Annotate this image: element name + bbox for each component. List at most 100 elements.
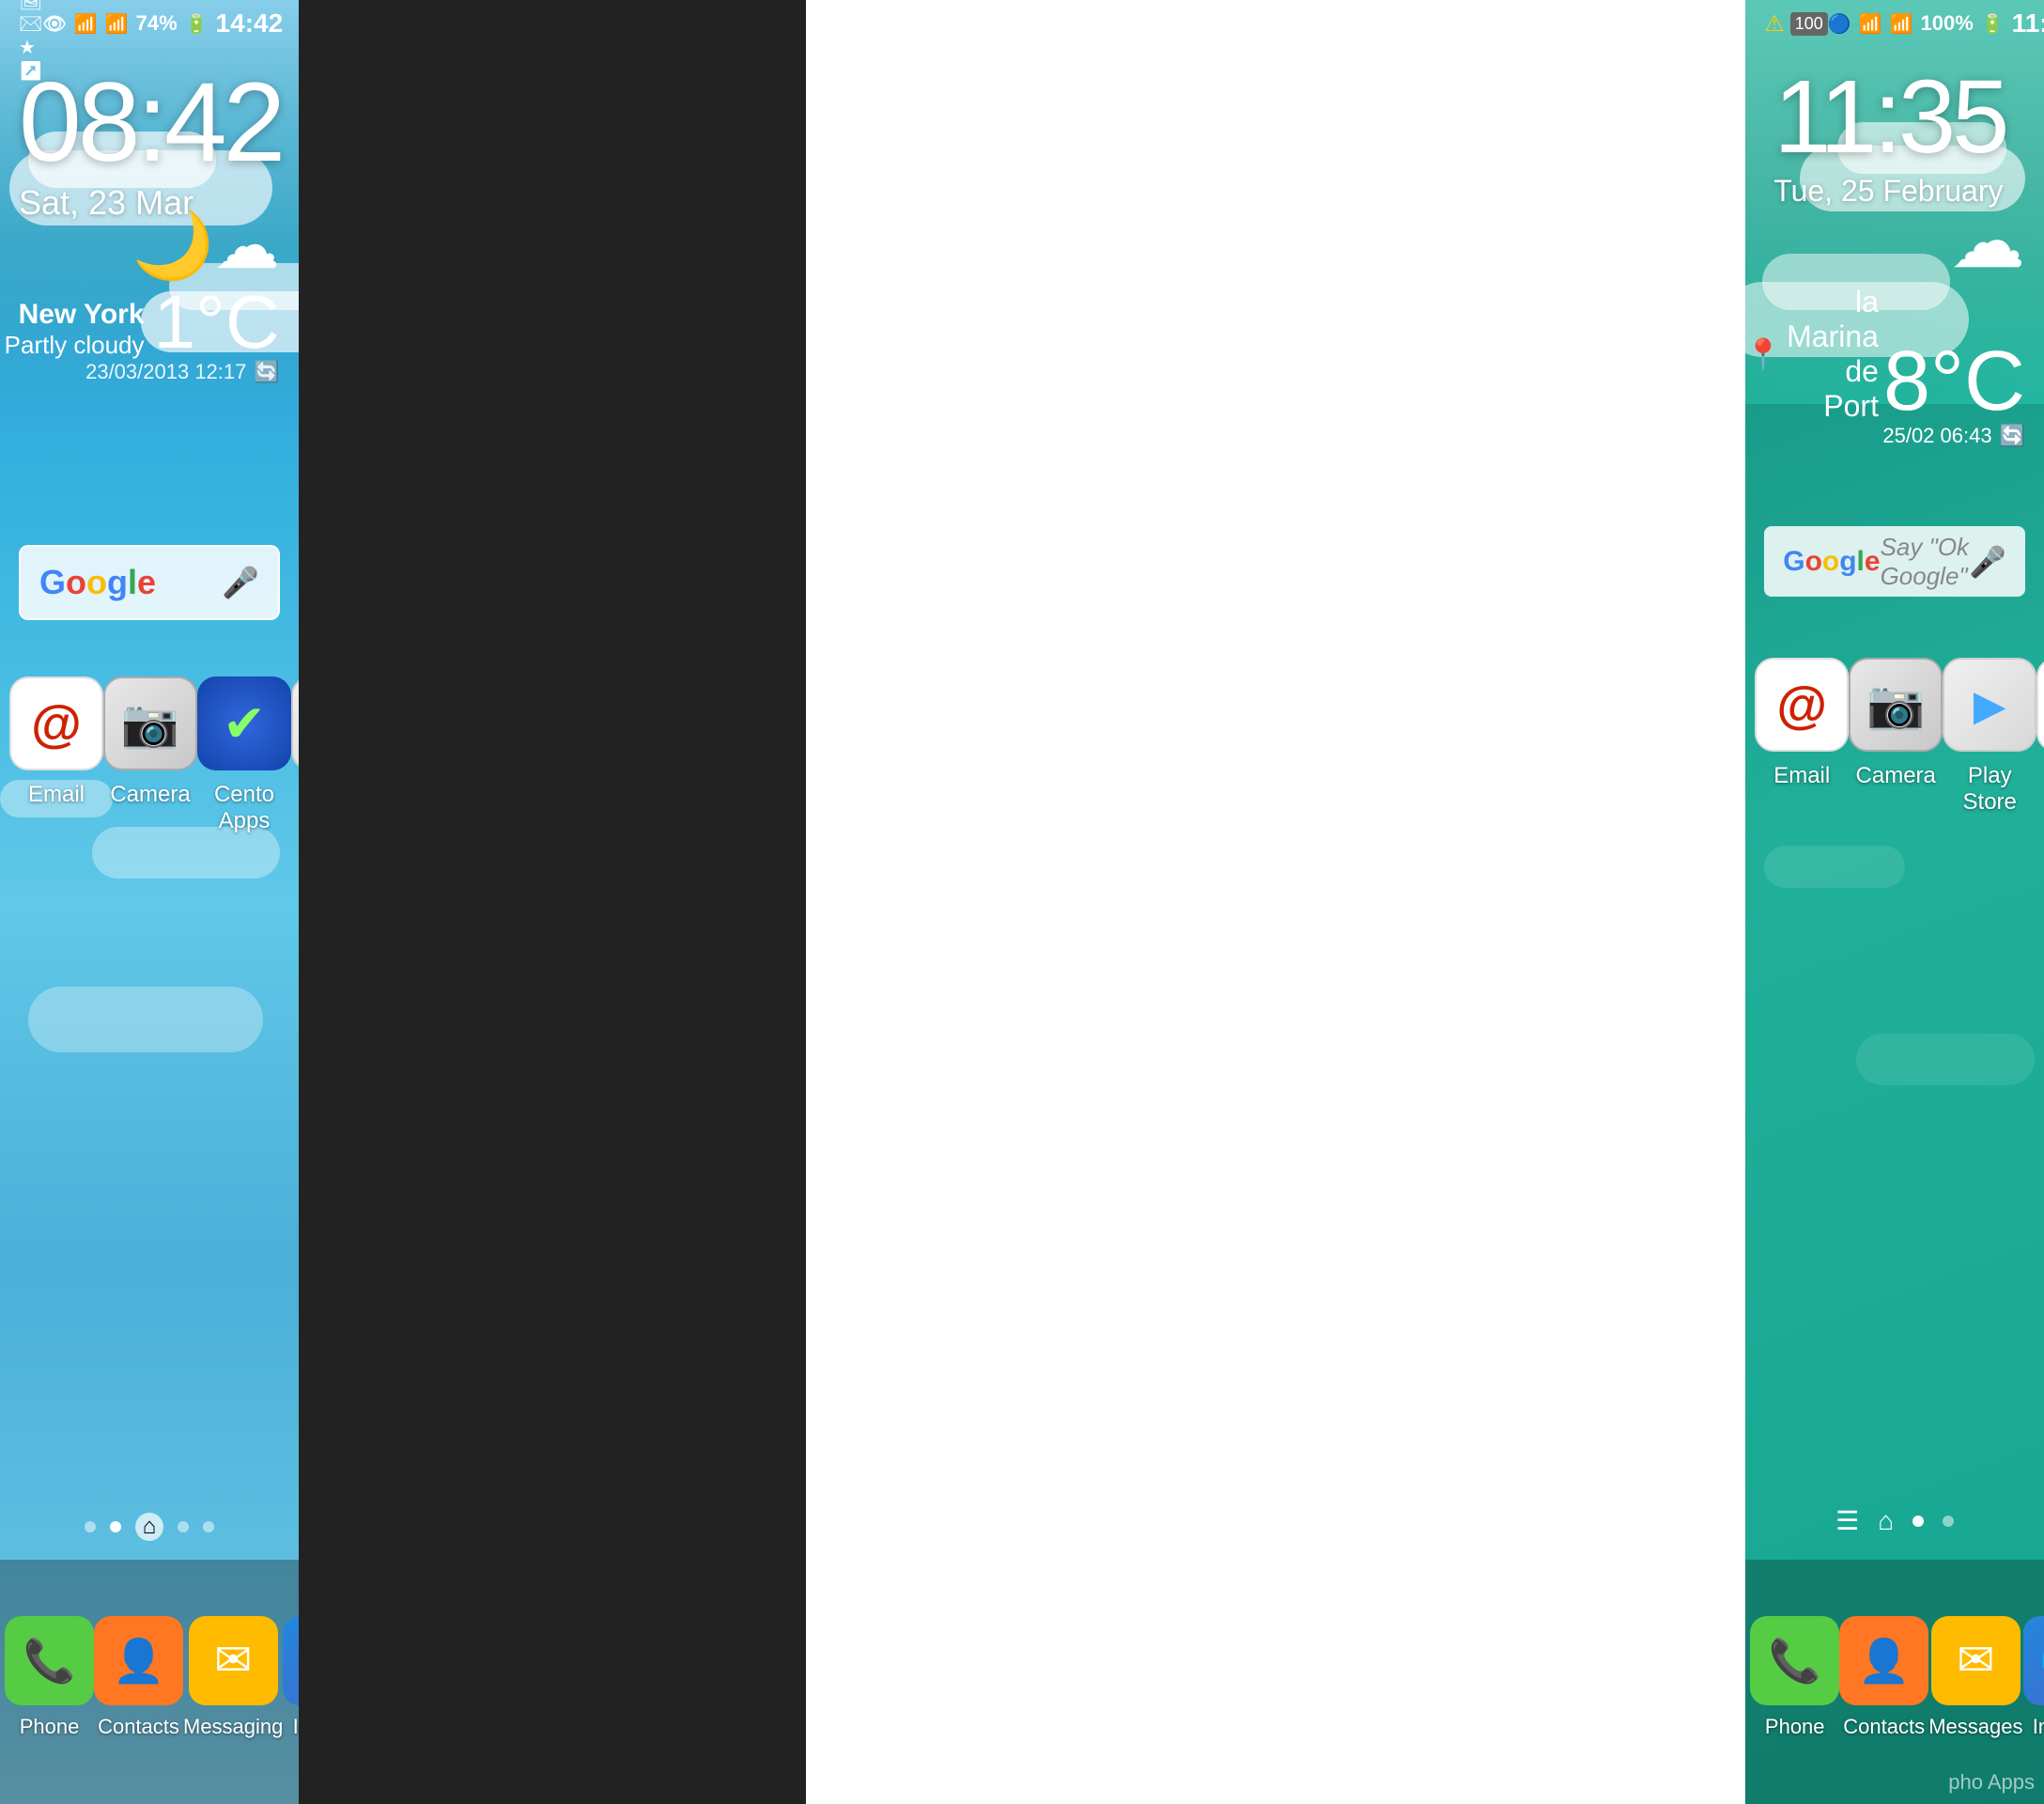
messaging-label-left: Messaging [183,1715,283,1739]
battery-percent: 74% [136,11,178,36]
dot-2[interactable] [110,1521,121,1532]
playstore-icon-right[interactable] [1943,658,2036,752]
phone-icon-right[interactable] [1750,1616,1839,1705]
status-time-left: 14:42 [216,8,284,39]
playstore-label-left: Play Store [291,782,299,834]
status-icons-left: 📋 🖼 ✉ ★ ↗ [19,0,42,83]
weather-date-left: 23/03/2013 12:17 🔄 [5,360,280,384]
signal-icon: 📶 [105,12,129,36]
status-bar-right: ⚠ 100 🔵 📶 📶 100% 🔋 11:35 [1745,0,2044,47]
mic-icon-left[interactable]: 🎤 [222,565,259,600]
app-cento-left[interactable]: Cento Apps [197,676,291,834]
app-playstore-right[interactable]: Play Store [1943,658,2036,816]
menu-icon[interactable]: ☰ [1835,1505,1859,1536]
home-icon[interactable]: ⌂ [1878,1506,1894,1536]
weather-icon-right: ☁ [1745,197,2025,285]
rdot-2[interactable] [1943,1516,1954,1527]
messaging-icon-left[interactable] [189,1616,278,1705]
signal-100: 100 [1790,12,1828,36]
background [299,0,806,1804]
notification-icons: 📋 🖼 ✉ ★ ↗ [19,0,42,83]
mic-icon-right[interactable]: 🎤 [1969,544,2006,580]
rcloud-5 [1764,846,1905,888]
email-icon-left[interactable] [9,676,103,770]
app-email-left[interactable]: Email [9,676,103,834]
dock-messaging-left[interactable]: Messaging [183,1616,283,1739]
clock-widget-right: 11:35 Tue, 25 February [1773,66,2005,209]
weather-location-right: 📍 la Marina de Port [1745,285,1879,424]
dock-internet-right[interactable]: Internet [2023,1616,2044,1739]
app-grid-right: Email Camera Play Store G Goog [1745,639,2044,834]
internet-icon-right[interactable] [2023,1616,2044,1705]
wifi-icon: 📶 [74,12,98,36]
warning-icon: ⚠ [1764,10,1785,38]
cento-icon-left[interactable] [197,676,291,770]
weather-widget-right: ☁ 📍 la Marina de Port 8°C 25/02 06:43 🔄 [1745,197,2025,448]
weather-icon-left: 🌙☁ [5,207,280,285]
rcloud-6 [1856,1034,2035,1085]
search-bar-right[interactable]: Google Say "Ok Google" 🎤 [1764,526,2025,597]
battery-percent-right: 100% [1921,11,1974,36]
contacts-icon-left[interactable] [94,1616,183,1705]
dock-left: Phone Contacts Messaging Internet Apps [0,1560,299,1804]
dot-1[interactable] [85,1521,96,1532]
watermark: pho Apps [1948,1770,2044,1795]
internet-label-left: Internet [293,1715,299,1739]
right-phone: ⚠ 100 🔵 📶 📶 100% 🔋 11:35 11:35 Tue, 25 F… [1745,0,2044,1804]
rdot-1[interactable] [1912,1516,1924,1527]
app-email-right[interactable]: Email [1755,658,1849,816]
ok-google-hint: Say "Ok Google" [1881,533,1970,591]
battery-icon-right: 🔋 [1981,12,2005,36]
app-camera-right[interactable]: Camera [1849,658,1943,816]
weather-temp-right: 8°C [1883,339,2025,424]
weather-description-left: Partly cloudy [5,331,145,360]
weather-temp-left: 1°C [154,285,280,360]
weather-date-right: 25/02 06:43 🔄 [1745,424,2025,448]
internet-label-right: Internet [2033,1715,2044,1739]
left-phone: 📋 🖼 ✉ ★ ↗ 👁 📶 📶 74% 🔋 14:42 08:42 Sat, 2… [0,0,299,1804]
clock-time-left: 08:42 [19,66,282,179]
wifi-icon-right: 📶 [1859,12,1882,36]
clock-time-right: 11:35 [1773,66,2005,169]
clock-widget-left: 08:42 Sat, 23 Mar [19,66,282,223]
page-dots-left: ⌂ [0,1513,299,1541]
messages-label-right: Messages [1928,1715,2022,1739]
dock-right: Phone Contacts Messages Internet Apps [1745,1560,2044,1804]
app-playstore-left[interactable]: Play Store [291,676,299,834]
app-camera-left[interactable]: Camera [103,676,197,834]
google-icon-right[interactable]: G [2036,658,2044,752]
contacts-icon-right[interactable] [1839,1616,1928,1705]
page-dots-right: ☰ ⌂ [1745,1505,2044,1536]
camera-icon-left[interactable] [103,676,197,770]
dock-messages-right[interactable]: Messages [1928,1616,2022,1739]
playstore-label-right: Play Store [1943,763,2036,816]
weather-location-left: New York [5,299,145,331]
internet-icon-left[interactable] [283,1616,298,1705]
search-bar-left[interactable]: Google 🎤 [19,545,280,620]
dock-contacts-right[interactable]: Contacts [1839,1616,1928,1739]
email-icon-right[interactable] [1755,658,1849,752]
messages-icon-right[interactable] [1931,1616,2021,1705]
playstore-icon-left[interactable] [291,676,299,770]
phone-icon-left[interactable] [5,1616,94,1705]
app-grid-left: Email Camera Cento Apps Play Store [0,658,299,853]
app-google-right[interactable]: G Google [2036,658,2044,816]
dot-4[interactable] [203,1521,214,1532]
phone-label-right: Phone [1765,1715,1825,1739]
signal-icon-right: 📶 [1890,12,1913,36]
dock-internet-left[interactable]: Internet [283,1616,298,1739]
status-bar-left: 📋 🖼 ✉ ★ ↗ 👁 📶 📶 74% 🔋 14:42 [0,0,299,47]
home-dot[interactable]: ⌂ [135,1513,163,1541]
status-right: 👁 📶 📶 74% 🔋 14:42 [42,8,283,39]
status-time-right: 11:35 [2012,8,2044,39]
camera-icon-right[interactable] [1849,658,1943,752]
cento-label-left: Cento Apps [197,782,291,834]
cloud-7 [28,987,263,1052]
camera-label-left: Camera [110,782,190,808]
dot-3[interactable] [178,1521,189,1532]
dock-phone-left[interactable]: Phone [5,1616,94,1739]
bluetooth-icon: 🔵 [1828,12,1851,36]
dock-phone-right[interactable]: Phone [1750,1616,1839,1739]
email-label-right: Email [1773,763,1830,789]
dock-contacts-left[interactable]: Contacts [94,1616,183,1739]
